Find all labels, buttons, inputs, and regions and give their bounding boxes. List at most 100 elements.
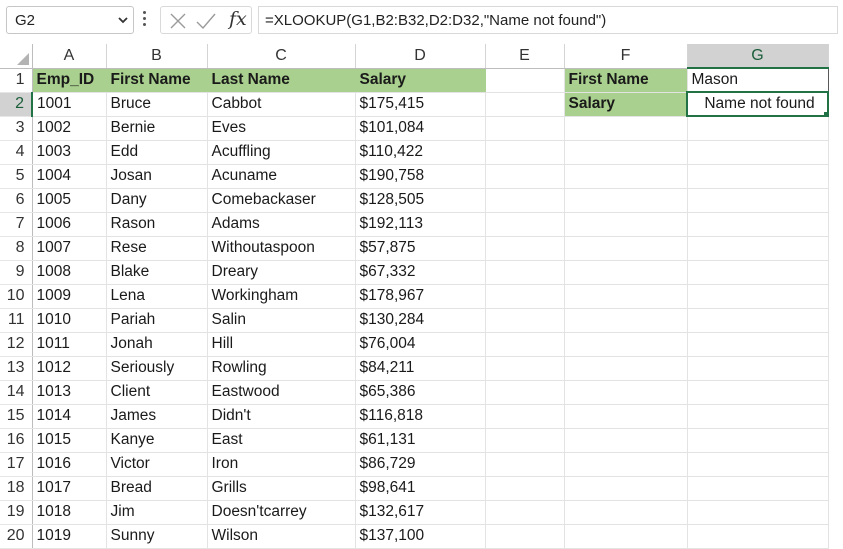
- last-name-cell[interactable]: Withoutaspoon: [207, 236, 356, 261]
- enter-checkmark-icon[interactable]: [195, 12, 217, 30]
- empty-cell[interactable]: [485, 332, 565, 357]
- salary-cell[interactable]: $76,004: [355, 332, 486, 357]
- empty-cell[interactable]: [687, 212, 829, 237]
- column-header-c[interactable]: C: [207, 44, 356, 69]
- row-header[interactable]: 13: [0, 356, 33, 381]
- salary-cell[interactable]: $86,729: [355, 452, 486, 477]
- first-name-cell[interactable]: Victor: [106, 452, 208, 477]
- column-header-d[interactable]: D: [355, 44, 486, 69]
- empty-cell[interactable]: [687, 164, 829, 189]
- empty-cell[interactable]: [564, 188, 688, 213]
- last-name-cell[interactable]: Acuffling: [207, 140, 356, 165]
- row-header[interactable]: 10: [0, 284, 33, 309]
- emp-id-cell[interactable]: 1006: [32, 212, 107, 237]
- row-header[interactable]: 7: [0, 212, 33, 237]
- last-name-cell[interactable]: Iron: [207, 452, 356, 477]
- empty-cell[interactable]: [687, 404, 829, 429]
- salary-cell[interactable]: $137,100: [355, 524, 486, 549]
- column-header-e[interactable]: E: [485, 44, 565, 69]
- emp-id-cell[interactable]: 1009: [32, 284, 107, 309]
- empty-cell[interactable]: [564, 140, 688, 165]
- empty-cell[interactable]: [564, 236, 688, 261]
- empty-cell[interactable]: [687, 140, 829, 165]
- last-name-cell[interactable]: Eves: [207, 116, 356, 141]
- empty-cell[interactable]: [485, 404, 565, 429]
- salary-cell[interactable]: $67,332: [355, 260, 486, 285]
- salary-cell[interactable]: $84,211: [355, 356, 486, 381]
- column-header-f[interactable]: F: [564, 44, 688, 69]
- first-name-cell[interactable]: Blake: [106, 260, 208, 285]
- first-name-cell[interactable]: Jonah: [106, 332, 208, 357]
- empty-cell[interactable]: [564, 452, 688, 477]
- row-header[interactable]: 16: [0, 428, 33, 453]
- empty-cell[interactable]: [485, 428, 565, 453]
- name-box[interactable]: G2: [6, 6, 134, 34]
- first-name-cell[interactable]: Jim: [106, 500, 208, 525]
- row-header[interactable]: 11: [0, 308, 33, 333]
- lookup-salary-result[interactable]: Name not found: [686, 91, 829, 117]
- last-name-cell[interactable]: Wilson: [207, 524, 356, 549]
- salary-cell[interactable]: $101,084: [355, 116, 486, 141]
- salary-cell[interactable]: $110,422: [355, 140, 486, 165]
- header-first-name[interactable]: First Name: [106, 68, 208, 93]
- first-name-cell[interactable]: Kanye: [106, 428, 208, 453]
- emp-id-cell[interactable]: 1008: [32, 260, 107, 285]
- empty-cell[interactable]: [687, 452, 829, 477]
- select-all-corner[interactable]: [0, 44, 33, 69]
- row-header[interactable]: 19: [0, 500, 33, 525]
- last-name-cell[interactable]: Comebackaser: [207, 188, 356, 213]
- row-header[interactable]: 2: [0, 92, 33, 117]
- salary-cell[interactable]: $132,617: [355, 500, 486, 525]
- emp-id-cell[interactable]: 1019: [32, 524, 107, 549]
- empty-cell[interactable]: [564, 524, 688, 549]
- emp-id-cell[interactable]: 1002: [32, 116, 107, 141]
- empty-cell[interactable]: [687, 428, 829, 453]
- row-header[interactable]: 5: [0, 164, 33, 189]
- last-name-cell[interactable]: Adams: [207, 212, 356, 237]
- empty-cell[interactable]: [687, 524, 829, 549]
- salary-cell[interactable]: $116,818: [355, 404, 486, 429]
- row-header[interactable]: 18: [0, 476, 33, 501]
- empty-cell[interactable]: [485, 452, 565, 477]
- last-name-cell[interactable]: Hill: [207, 332, 356, 357]
- row-header[interactable]: 20: [0, 524, 33, 549]
- row-header[interactable]: 15: [0, 404, 33, 429]
- empty-cell[interactable]: [485, 380, 565, 405]
- empty-cell[interactable]: [564, 404, 688, 429]
- emp-id-cell[interactable]: 1013: [32, 380, 107, 405]
- empty-cell[interactable]: [485, 236, 565, 261]
- formula-input[interactable]: =XLOOKUP(G1,B2:B32,D2:D32,"Name not foun…: [258, 6, 838, 34]
- lookup-first-name-label[interactable]: First Name: [564, 68, 688, 93]
- empty-cell[interactable]: [485, 140, 565, 165]
- row-header[interactable]: 14: [0, 380, 33, 405]
- empty-cell[interactable]: [564, 332, 688, 357]
- salary-cell[interactable]: $178,967: [355, 284, 486, 309]
- insert-function-icon[interactable]: fx: [229, 8, 247, 30]
- empty-cell[interactable]: [485, 500, 565, 525]
- empty-cell[interactable]: [564, 380, 688, 405]
- fill-handle[interactable]: [823, 111, 826, 114]
- cancel-icon[interactable]: [169, 12, 187, 30]
- first-name-cell[interactable]: Client: [106, 380, 208, 405]
- salary-cell[interactable]: $57,875: [355, 236, 486, 261]
- emp-id-cell[interactable]: 1005: [32, 188, 107, 213]
- emp-id-cell[interactable]: 1012: [32, 356, 107, 381]
- salary-cell[interactable]: $128,505: [355, 188, 486, 213]
- empty-cell[interactable]: [687, 260, 829, 285]
- header-last-name[interactable]: Last Name: [207, 68, 356, 93]
- emp-id-cell[interactable]: 1016: [32, 452, 107, 477]
- first-name-cell[interactable]: Sunny: [106, 524, 208, 549]
- first-name-cell[interactable]: Bread: [106, 476, 208, 501]
- first-name-cell[interactable]: Bruce: [106, 92, 208, 117]
- salary-cell[interactable]: $65,386: [355, 380, 486, 405]
- salary-cell[interactable]: $175,415: [355, 92, 486, 117]
- last-name-cell[interactable]: Cabbot: [207, 92, 356, 117]
- empty-cell[interactable]: [485, 212, 565, 237]
- empty-cell[interactable]: [485, 476, 565, 501]
- row-header[interactable]: 8: [0, 236, 33, 261]
- first-name-cell[interactable]: Rason: [106, 212, 208, 237]
- header-salary[interactable]: Salary: [355, 68, 486, 93]
- empty-cell[interactable]: [485, 308, 565, 333]
- salary-cell[interactable]: $61,131: [355, 428, 486, 453]
- emp-id-cell[interactable]: 1014: [32, 404, 107, 429]
